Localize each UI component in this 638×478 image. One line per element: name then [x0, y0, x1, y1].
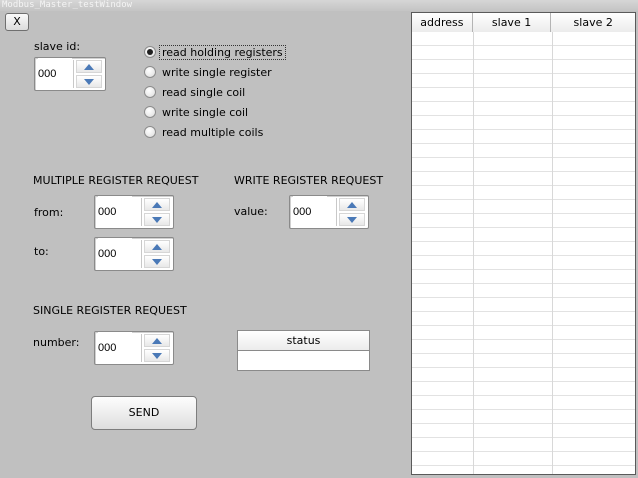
to-label: to: [34, 245, 49, 258]
radio-indicator[interactable] [144, 46, 156, 58]
value-label: value: [234, 205, 268, 218]
arrow-up-icon [152, 243, 162, 250]
radio-write-single-register[interactable]: write single register [144, 64, 274, 80]
radio-write-single-coil[interactable]: write single coil [144, 104, 250, 120]
to-decrement-button[interactable] [144, 255, 170, 268]
radio-read-holding-registers[interactable]: read holding registers [144, 44, 286, 60]
radio-label: read holding registers [159, 44, 286, 60]
number-input[interactable] [98, 332, 132, 364]
value-input[interactable] [293, 196, 327, 228]
results-table[interactable]: address slave 1 slave 2 [411, 12, 636, 475]
arrow-up-icon [152, 337, 162, 344]
value-increment-button[interactable] [339, 198, 365, 211]
radio-indicator[interactable] [144, 66, 156, 78]
radio-read-multiple-coils[interactable]: read multiple coils [144, 124, 265, 140]
window-title: Modbus_Master_testWindow [0, 0, 638, 11]
radio-indicator[interactable] [144, 106, 156, 118]
slave-id-spinbox[interactable] [34, 57, 106, 91]
single-register-heading: SINGLE REGISTER REQUEST [33, 304, 187, 317]
radio-label: read single coil [162, 85, 246, 99]
column-divider [552, 32, 553, 474]
send-button[interactable]: SEND [91, 396, 197, 430]
number-decrement-button[interactable] [144, 349, 170, 362]
table-rows [412, 32, 635, 474]
value-decrement-button[interactable] [339, 213, 365, 226]
arrow-down-icon [152, 352, 162, 359]
column-header-slave-1[interactable]: slave 1 [472, 13, 552, 32]
column-divider [473, 32, 474, 474]
column-header-slave-2[interactable]: slave 2 [551, 13, 635, 32]
status-table: status [237, 330, 370, 371]
multiple-register-heading: MULTIPLE REGISTER REQUEST [33, 174, 199, 187]
arrow-up-icon [84, 63, 94, 70]
to-spinbox[interactable] [94, 237, 174, 271]
number-spinbox[interactable] [94, 331, 174, 365]
from-decrement-button[interactable] [144, 213, 170, 226]
radio-label: write single coil [162, 105, 249, 119]
to-increment-button[interactable] [144, 240, 170, 253]
from-label: from: [34, 206, 64, 219]
slave-id-label: slave id: [34, 40, 81, 53]
arrow-down-icon [347, 216, 357, 223]
column-header-address[interactable]: address [412, 13, 473, 32]
write-register-heading: WRITE REGISTER REQUEST [234, 174, 384, 187]
from-increment-button[interactable] [144, 198, 170, 211]
from-input[interactable] [98, 196, 132, 228]
arrow-down-icon [84, 78, 94, 85]
radio-label: read multiple coils [162, 125, 264, 139]
radio-label: write single register [162, 65, 272, 79]
table-header: address slave 1 slave 2 [412, 13, 635, 32]
slave-id-increment-button[interactable] [76, 60, 102, 73]
number-increment-button[interactable] [144, 334, 170, 347]
radio-read-single-coil[interactable]: read single coil [144, 84, 247, 100]
arrow-up-icon [152, 201, 162, 208]
radio-indicator[interactable] [144, 86, 156, 98]
status-header: status [238, 331, 369, 351]
radio-indicator[interactable] [144, 126, 156, 138]
arrow-up-icon [347, 201, 357, 208]
slave-id-decrement-button[interactable] [76, 75, 102, 88]
value-spinbox[interactable] [289, 195, 369, 229]
table-body[interactable] [412, 32, 635, 474]
close-button[interactable]: X [5, 13, 29, 31]
arrow-down-icon [152, 216, 162, 223]
to-input[interactable] [98, 238, 132, 270]
arrow-down-icon [152, 258, 162, 265]
from-spinbox[interactable] [94, 195, 174, 229]
number-label: number: [33, 336, 80, 349]
status-value [238, 351, 369, 370]
slave-id-input[interactable] [38, 58, 72, 90]
